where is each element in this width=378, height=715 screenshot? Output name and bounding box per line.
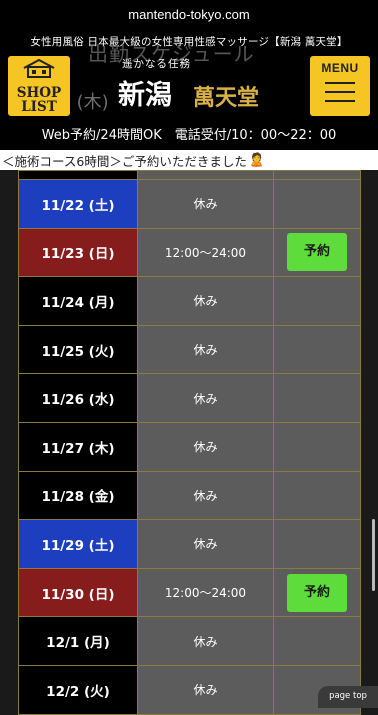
action-cell: 予約	[273, 567, 361, 618]
date-cell: 11/23 (日)	[18, 227, 138, 278]
reservation-notice: ＜施術コース6時間＞ご予約いただきました 🙎	[0, 150, 378, 170]
time-cell: 12:00～24:00	[137, 567, 274, 618]
time-cell: 休み	[137, 470, 274, 521]
time-cell: 休み	[137, 616, 274, 666]
date-cell: 11/27 (木)	[18, 421, 138, 472]
reserve-button[interactable]: 予約	[287, 573, 347, 612]
reserve-button[interactable]: 予約	[287, 233, 347, 272]
table-row: 11/23 (日) 12:00～24:00 予約	[18, 227, 361, 278]
action-cell	[273, 470, 361, 521]
date-cell: 11/24 (月)	[18, 276, 138, 326]
shop-list-label-2: LIST	[21, 99, 57, 115]
time-cell: 休み	[137, 179, 274, 229]
time-cell: 休み	[137, 373, 274, 423]
contact-info: Web予約/24時間OK 電話受付/10：00～22：00	[41, 128, 337, 143]
time-cell: 休み	[137, 421, 274, 472]
date-cell: 12/2 (火)	[18, 664, 138, 715]
table-row: 11/29 (土) 休み	[18, 519, 361, 569]
table-row: 11/28 (金) 休み	[18, 470, 361, 521]
schedule-table: 11/22 (土) 休み 11/23 (日) 12:00～24:00 予約 11/24 (…	[18, 170, 361, 715]
scrollbar-thumb[interactable]	[372, 519, 375, 591]
action-cell	[273, 421, 361, 472]
action-cell	[273, 616, 361, 666]
shop-list-button[interactable]: SHOP LIST	[8, 56, 70, 116]
table-row: 11/22 (土) 休み	[18, 179, 361, 229]
person-face-icon: 🙎	[248, 152, 266, 168]
shop-house-icon	[23, 58, 55, 78]
time-cell: 12:00～24:00	[137, 227, 274, 278]
action-cell	[273, 276, 361, 326]
table-row: 11/26 (水) 休み	[18, 373, 361, 423]
time-cell: 休み	[137, 664, 274, 715]
shop-list-label-1: SHOP	[16, 85, 62, 101]
table-row: 12/1 (月) 休み	[18, 616, 361, 666]
logo-main-text: 新潟	[118, 80, 172, 111]
table-row: 11/25 (火) 休み	[18, 324, 361, 375]
page-top-button[interactable]: page top	[318, 686, 378, 708]
menu-button[interactable]: MENU	[310, 56, 370, 116]
table-row: 11/30 (日) 12:00～24:00 予約	[18, 567, 361, 618]
site-header: 女性用風俗 日本最大級の女性専用性感マッサージ【新潟 萬天堂】 出勤スケジュール…	[0, 28, 378, 150]
date-cell: 11/22 (土)	[18, 179, 138, 229]
table-row: 11/24 (月) 休み	[18, 276, 361, 326]
action-cell	[273, 179, 361, 229]
browser-url-bar[interactable]: mantendo-tokyo.com	[0, 0, 378, 28]
date-cell: 11/26 (水)	[18, 373, 138, 423]
time-cell: 休み	[137, 324, 274, 375]
date-cell: 12/1 (月)	[18, 616, 138, 666]
url-text: mantendo-tokyo.com	[128, 6, 250, 22]
logo-gold-text: 萬天堂	[193, 85, 260, 111]
time-cell: 休み	[137, 276, 274, 326]
date-cell: 11/28 (金)	[18, 470, 138, 521]
table-row-partial	[18, 170, 361, 180]
date-cell: 11/29 (土)	[18, 519, 138, 569]
logo-subtitle: 遥かなる任務	[122, 58, 191, 70]
menu-label: MENU	[321, 61, 359, 75]
action-cell	[273, 324, 361, 375]
action-cell	[273, 519, 361, 569]
date-cell: 11/25 (火)	[18, 324, 138, 375]
hamburger-icon	[325, 75, 355, 102]
table-row: 12/2 (火) 休み	[18, 664, 361, 715]
table-row: 11/27 (木) 休み	[18, 421, 361, 472]
notice-text: ＜施術コース6時間＞ご予約いただきました	[2, 153, 247, 169]
time-cell: 休み	[137, 519, 274, 569]
action-cell: 予約	[273, 227, 361, 278]
date-cell: 11/30 (日)	[18, 567, 138, 618]
action-cell	[273, 373, 361, 423]
